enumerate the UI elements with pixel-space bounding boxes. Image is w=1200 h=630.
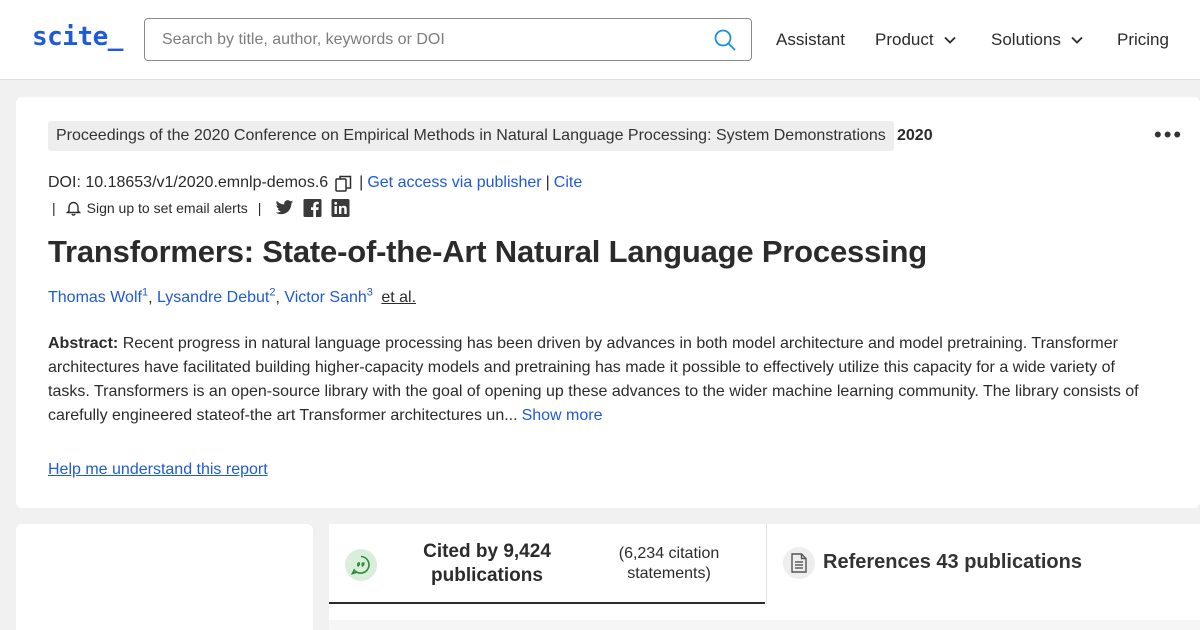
abstract-label: Abstract: (48, 335, 119, 352)
nav-product[interactable]: Product (875, 30, 956, 50)
results-list-top (329, 620, 1200, 630)
nav-pricing-label: Pricing (1117, 30, 1169, 49)
chevron-down-icon (1071, 36, 1083, 44)
doi-line: DOI: 10.18653/v1/2020.emnlp-demos.6 | Ge… (48, 174, 582, 192)
tab-cited-by[interactable]: Cited by 9,424 publications (6,234 citat… (329, 524, 765, 604)
bell-icon[interactable] (65, 200, 81, 216)
search-icon[interactable] (713, 28, 737, 52)
quote-bubble-icon (345, 549, 377, 581)
author-separator: , (148, 289, 157, 307)
alerts-share-line: | Sign up to set email alerts | (52, 199, 359, 217)
author-name: Thomas Wolf (48, 289, 142, 307)
separator: | (359, 174, 364, 191)
copy-icon[interactable] (335, 175, 352, 192)
separator: | (52, 200, 56, 216)
abstract: Abstract: Recent progress in natural lan… (48, 332, 1158, 428)
document-icon (783, 547, 815, 579)
publication-year: 2020 (897, 127, 933, 144)
paper-card: Proceedings of the 2020 Conference on Em… (16, 97, 1200, 508)
search-box (144, 18, 752, 61)
venue-badge[interactable]: Proceedings of the 2020 Conference on Em… (48, 121, 894, 151)
nav-assistant[interactable]: Assistant (776, 30, 845, 50)
et-al-link[interactable]: et al. (381, 289, 416, 306)
paper-title: Transformers: State-of-the-Art Natural L… (48, 234, 927, 269)
search-input[interactable] (145, 19, 705, 60)
author-link[interactable]: Victor Sanh3 (284, 287, 373, 307)
chevron-down-icon (943, 36, 956, 44)
nav-solutions[interactable]: Solutions (991, 30, 1083, 50)
references-count: References 43 publications (823, 551, 1082, 573)
citation-tabs: Cited by 9,424 publications (6,234 citat… (329, 524, 1200, 630)
cite-link[interactable]: Cite (554, 174, 582, 192)
author-link[interactable]: Thomas Wolf1 (48, 287, 148, 307)
citation-statements-count: (6,234 citation statements) (618, 545, 720, 582)
author-list: Thomas Wolf1, Lysandre Debut2, Victor Sa… (48, 287, 416, 307)
cited-by-count: Cited by 9,424 publications (423, 541, 551, 586)
twitter-icon[interactable] (275, 199, 294, 217)
top-navigation-bar: scite_ Assistant Product Solutions Prici… (0, 0, 1200, 80)
author-link[interactable]: Lysandre Debut2 (156, 287, 276, 307)
nav-assistant-label: Assistant (776, 30, 845, 49)
doi-text: DOI: 10.18653/v1/2020.emnlp-demos.6 (48, 174, 329, 191)
separator: | (545, 174, 550, 191)
linkedin-icon[interactable] (331, 199, 350, 217)
scite-logo[interactable]: scite_ (32, 22, 123, 52)
nav-product-label: Product (875, 30, 934, 49)
author-name: Victor Sanh (284, 289, 367, 307)
help-understand-link[interactable]: Help me understand this report (48, 461, 268, 479)
separator: | (257, 200, 262, 216)
left-filter-panel (16, 524, 313, 630)
nav-pricing[interactable]: Pricing (1117, 30, 1169, 50)
email-alerts-link[interactable]: Sign up to set email alerts (87, 200, 248, 216)
facebook-icon[interactable] (303, 199, 322, 217)
author-name: Lysandre Debut (156, 289, 270, 307)
get-access-link[interactable]: Get access via publisher (367, 174, 541, 192)
author-affiliation-number: 3 (366, 287, 373, 299)
show-more-link[interactable]: Show more (522, 407, 603, 424)
tab-references[interactable]: References 43 publications (766, 524, 1200, 604)
nav-solutions-label: Solutions (991, 30, 1061, 49)
more-dots-icon[interactable]: ••• (1154, 124, 1183, 146)
